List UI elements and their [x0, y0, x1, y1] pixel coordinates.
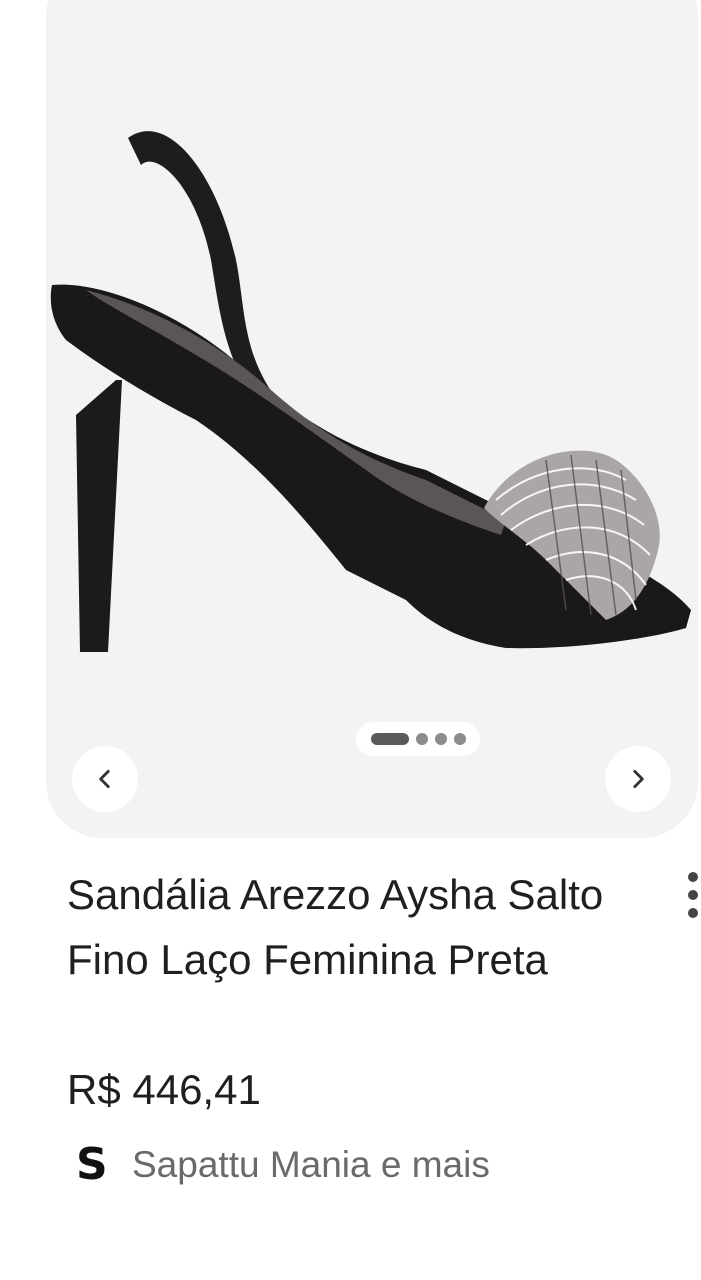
- seller-name[interactable]: Sapattu Mania e mais: [132, 1140, 490, 1190]
- product-card-page: Sandália Arezzo Aysha Salto Fino Laço Fe…: [0, 0, 701, 1280]
- carousel-dot-3[interactable]: [434, 733, 447, 745]
- more-options-button[interactable]: [676, 872, 701, 918]
- more-vert-icon: [688, 872, 698, 882]
- carousel-dot-1[interactable]: [370, 733, 409, 745]
- product-image-carousel[interactable]: [46, 0, 698, 838]
- chevron-right-icon: [633, 770, 644, 788]
- previous-image-button[interactable]: [72, 746, 138, 812]
- carousel-dot-2[interactable]: [415, 733, 428, 745]
- seller-row[interactable]: S Sapattu Mania e mais: [76, 1140, 490, 1190]
- chevron-left-icon: [99, 770, 110, 788]
- product-title[interactable]: Sandália Arezzo Aysha Salto Fino Laço Fe…: [67, 862, 647, 992]
- product-image[interactable]: [46, 0, 698, 838]
- carousel-pagination: [356, 722, 480, 756]
- carousel-dot-4[interactable]: [453, 733, 466, 745]
- next-image-button[interactable]: [605, 746, 671, 812]
- seller-logo: S: [76, 1139, 108, 1190]
- product-price: R$ 446,41: [67, 1066, 261, 1113]
